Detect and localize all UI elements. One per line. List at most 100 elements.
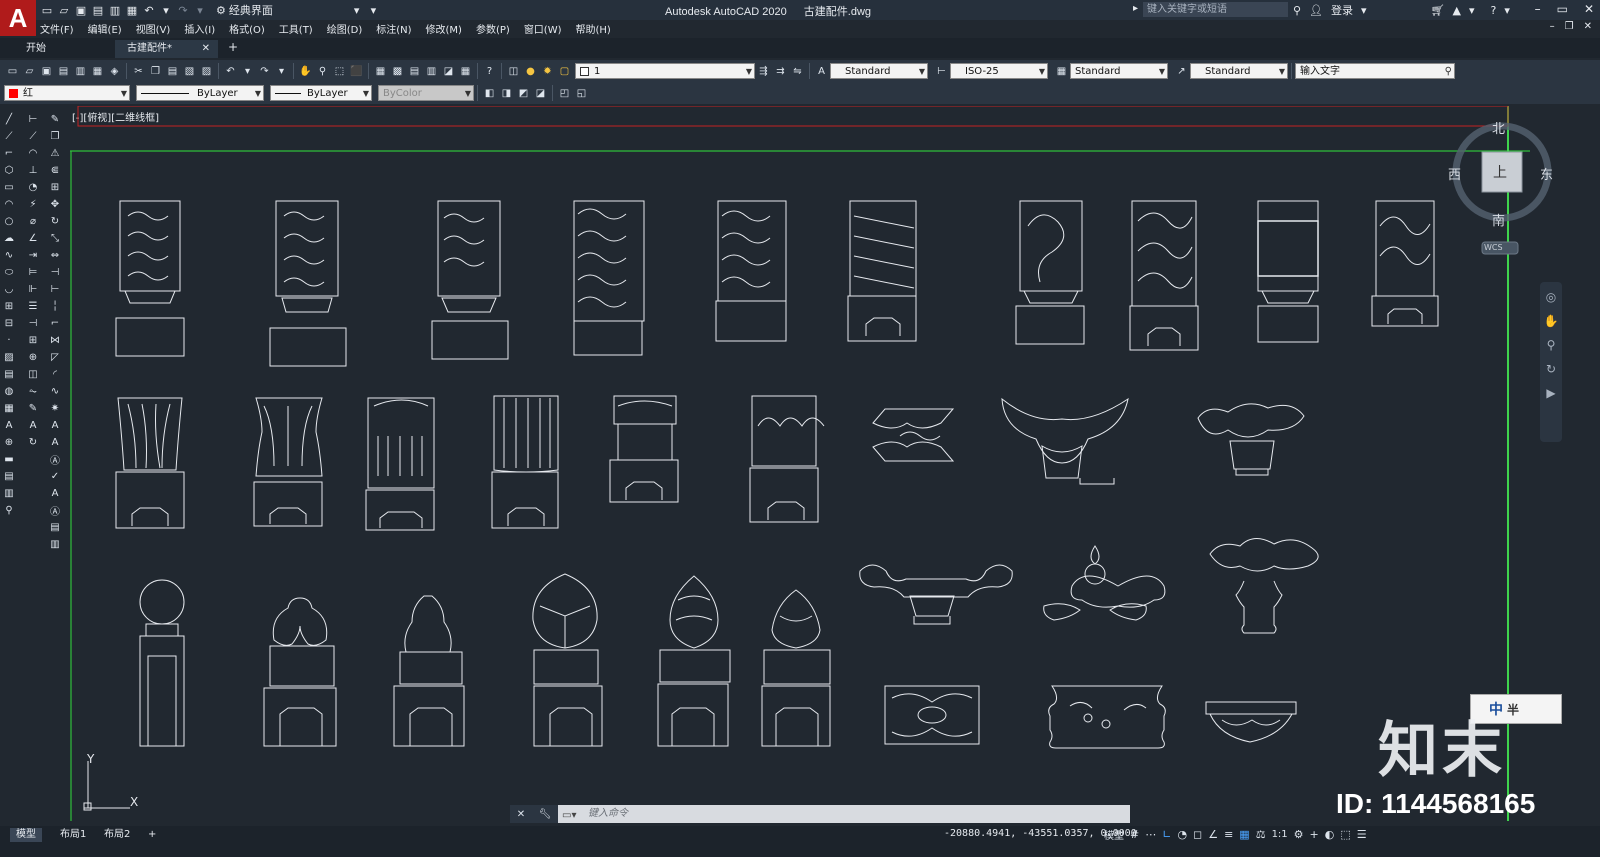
blend-icon[interactable]: ∿ xyxy=(48,384,62,398)
menu-draw[interactable]: 绘图(D) xyxy=(327,21,363,36)
lineweight-icon[interactable]: ≡ xyxy=(1224,828,1233,841)
break-icon[interactable]: ⌐ xyxy=(48,316,62,330)
paste-icon[interactable]: ▤ xyxy=(165,64,180,79)
selection-cycling-icon[interactable]: ▦ xyxy=(1239,828,1249,841)
find-text-input[interactable]: 输入文字 ⚲ xyxy=(1295,63,1455,79)
ellipse-arc-icon[interactable]: ◡ xyxy=(2,282,16,296)
send-under-icon[interactable]: ◪ xyxy=(533,86,548,101)
aligned-dim-icon[interactable]: ⟋ xyxy=(26,129,40,143)
make-block-icon[interactable]: ⊟ xyxy=(2,316,16,330)
print-icon[interactable]: ▦ xyxy=(125,3,139,17)
snap-icon[interactable]: ⋯ xyxy=(1145,828,1156,841)
jogged-linear-icon[interactable]: ⏦ xyxy=(26,384,40,398)
chevron-down-icon[interactable]: ▾ xyxy=(1469,4,1475,17)
chevron-down-icon[interactable]: ▾ xyxy=(240,64,255,79)
lineweight-dropdown[interactable]: ByLayer ▼ xyxy=(270,85,372,101)
redo-icon[interactable]: ↷ xyxy=(176,3,190,17)
array-icon[interactable]: ⊞ xyxy=(48,180,62,194)
insert-block-icon[interactable]: ⊞ xyxy=(2,299,16,313)
send-to-back-icon[interactable]: ◨ xyxy=(499,86,514,101)
save-icon[interactable]: ▣ xyxy=(39,64,54,79)
join-icon[interactable]: ⋈ xyxy=(48,333,62,347)
extend-icon[interactable]: ⊢ xyxy=(48,282,62,296)
redo-dropdown-icon[interactable]: ▾ xyxy=(193,3,207,17)
help-icon[interactable]: ? xyxy=(482,64,497,79)
viewcube-top-face[interactable]: 上 xyxy=(1493,162,1507,182)
text-edit-icon[interactable]: Ⓐ xyxy=(48,452,62,467)
chamfer-icon[interactable]: ◸ xyxy=(48,350,62,364)
zoom-realtime-icon[interactable]: ⚲ xyxy=(315,64,330,79)
revision-cloud-icon[interactable]: ☁ xyxy=(2,231,16,245)
spell-check-icon[interactable]: ✓ xyxy=(48,469,62,483)
text-icon[interactable]: A xyxy=(48,418,62,432)
menu-window[interactable]: 窗口(W) xyxy=(524,21,562,36)
plot-preview-icon[interactable]: ▥ xyxy=(73,64,88,79)
orbit-icon[interactable]: ↻ xyxy=(1546,362,1556,376)
close-command-icon[interactable]: ✕ xyxy=(517,809,525,820)
a360-icon[interactable]: ▲ xyxy=(1453,4,1461,17)
spline-icon[interactable]: ∿ xyxy=(2,248,16,262)
isolate-icon[interactable]: ◐ xyxy=(1325,828,1335,841)
table-style-dropdown[interactable]: Standard ▼ xyxy=(1070,63,1168,79)
ime-half-width[interactable]: 半 xyxy=(1507,701,1519,718)
minimize-icon[interactable]: – xyxy=(1535,2,1541,16)
stretch-icon[interactable]: ⇔ xyxy=(48,248,62,262)
radius-icon[interactable]: ◔ xyxy=(26,180,40,194)
steering-wheel-icon[interactable]: ◎ xyxy=(1546,290,1556,304)
new-file-icon[interactable]: ▭ xyxy=(40,3,54,17)
ordinate-icon[interactable]: ⊥ xyxy=(26,163,40,177)
erase-icon[interactable]: ✎ xyxy=(48,112,62,126)
save-as-icon[interactable]: ▤ xyxy=(91,3,105,17)
undo-icon[interactable]: ↶ xyxy=(142,3,156,17)
grid-icon[interactable]: # xyxy=(1130,828,1139,841)
command-prompt-icon[interactable]: ▭▾ xyxy=(562,807,576,825)
dim-style-dropdown[interactable]: ISO-25 ▼ xyxy=(950,63,1048,79)
text-front-icon[interactable]: ◰ xyxy=(557,86,572,101)
cut-icon[interactable]: ✂ xyxy=(131,64,146,79)
model-space-toggle[interactable]: 模型 xyxy=(1104,827,1124,842)
line-icon[interactable]: ╱ xyxy=(2,112,16,126)
menu-modify[interactable]: 修改(M) xyxy=(426,21,462,36)
zoom-icon[interactable]: ⚲ xyxy=(2,503,16,517)
command-input[interactable]: ▭▾ 键入命令 xyxy=(558,805,1130,823)
plot-icon[interactable]: ▥ xyxy=(108,3,122,17)
viewcube[interactable]: 北 西 东 南 上 WCS xyxy=(1448,118,1558,258)
inspection-icon[interactable]: ◫ xyxy=(26,367,40,381)
angular-icon[interactable]: ∠ xyxy=(26,231,40,245)
help-button[interactable]: ? xyxy=(1491,4,1497,17)
hatch-icon[interactable]: ▨ xyxy=(2,350,16,364)
customize-icon[interactable]: ☰ xyxy=(1357,828,1367,841)
wipeout-icon[interactable]: ▬ xyxy=(2,452,16,466)
chevron-right-icon[interactable]: ▸ xyxy=(1133,3,1138,14)
block-editor-icon[interactable]: ▤ xyxy=(2,469,16,483)
diameter-icon[interactable]: ⌀ xyxy=(26,214,40,228)
user-icon[interactable]: 👤︎ xyxy=(1309,4,1323,17)
zoom-window-icon[interactable]: ⬚ xyxy=(332,64,347,79)
menu-edit[interactable]: 编辑(E) xyxy=(88,21,122,36)
layer-on-icon[interactable]: ● xyxy=(523,64,538,79)
attribute-icon[interactable]: ▥ xyxy=(2,486,16,500)
menu-format[interactable]: 格式(O) xyxy=(229,21,265,36)
compass-north[interactable]: 北 xyxy=(1492,118,1505,137)
hatch-back-icon[interactable]: ◱ xyxy=(574,86,589,101)
doc-minimize-icon[interactable]: – xyxy=(1550,21,1555,32)
polygon-icon[interactable]: ⬡ xyxy=(2,163,16,177)
sheet-set-icon[interactable]: ▥ xyxy=(424,64,439,79)
convert-icon[interactable]: ▥ xyxy=(48,537,62,551)
dim-break-icon[interactable]: ⊣ xyxy=(26,316,40,330)
autocad-logo[interactable]: A xyxy=(0,0,36,36)
login-link[interactable]: 登录 xyxy=(1331,2,1353,18)
tool-palettes-icon[interactable]: ▤ xyxy=(407,64,422,79)
match-properties-icon[interactable]: ▧ xyxy=(182,64,197,79)
save-icon[interactable]: ▣ xyxy=(74,3,88,17)
menu-view[interactable]: 视图(V) xyxy=(136,21,171,36)
gradient-icon[interactable]: ▤ xyxy=(2,367,16,381)
text-style-dropdown[interactable]: Standard ▼ xyxy=(830,63,928,79)
region-icon[interactable]: ◍ xyxy=(2,384,16,398)
osnap-icon[interactable]: ◻ xyxy=(1193,828,1202,841)
annotation-visibility-icon[interactable]: ⚖ xyxy=(1256,828,1266,841)
tab-start[interactable]: 开始 xyxy=(0,40,115,58)
layout-tab-1[interactable]: 布局1 xyxy=(54,828,92,842)
block-editor-icon[interactable]: ▨ xyxy=(199,64,214,79)
publish-icon[interactable]: ▦ xyxy=(90,64,105,79)
